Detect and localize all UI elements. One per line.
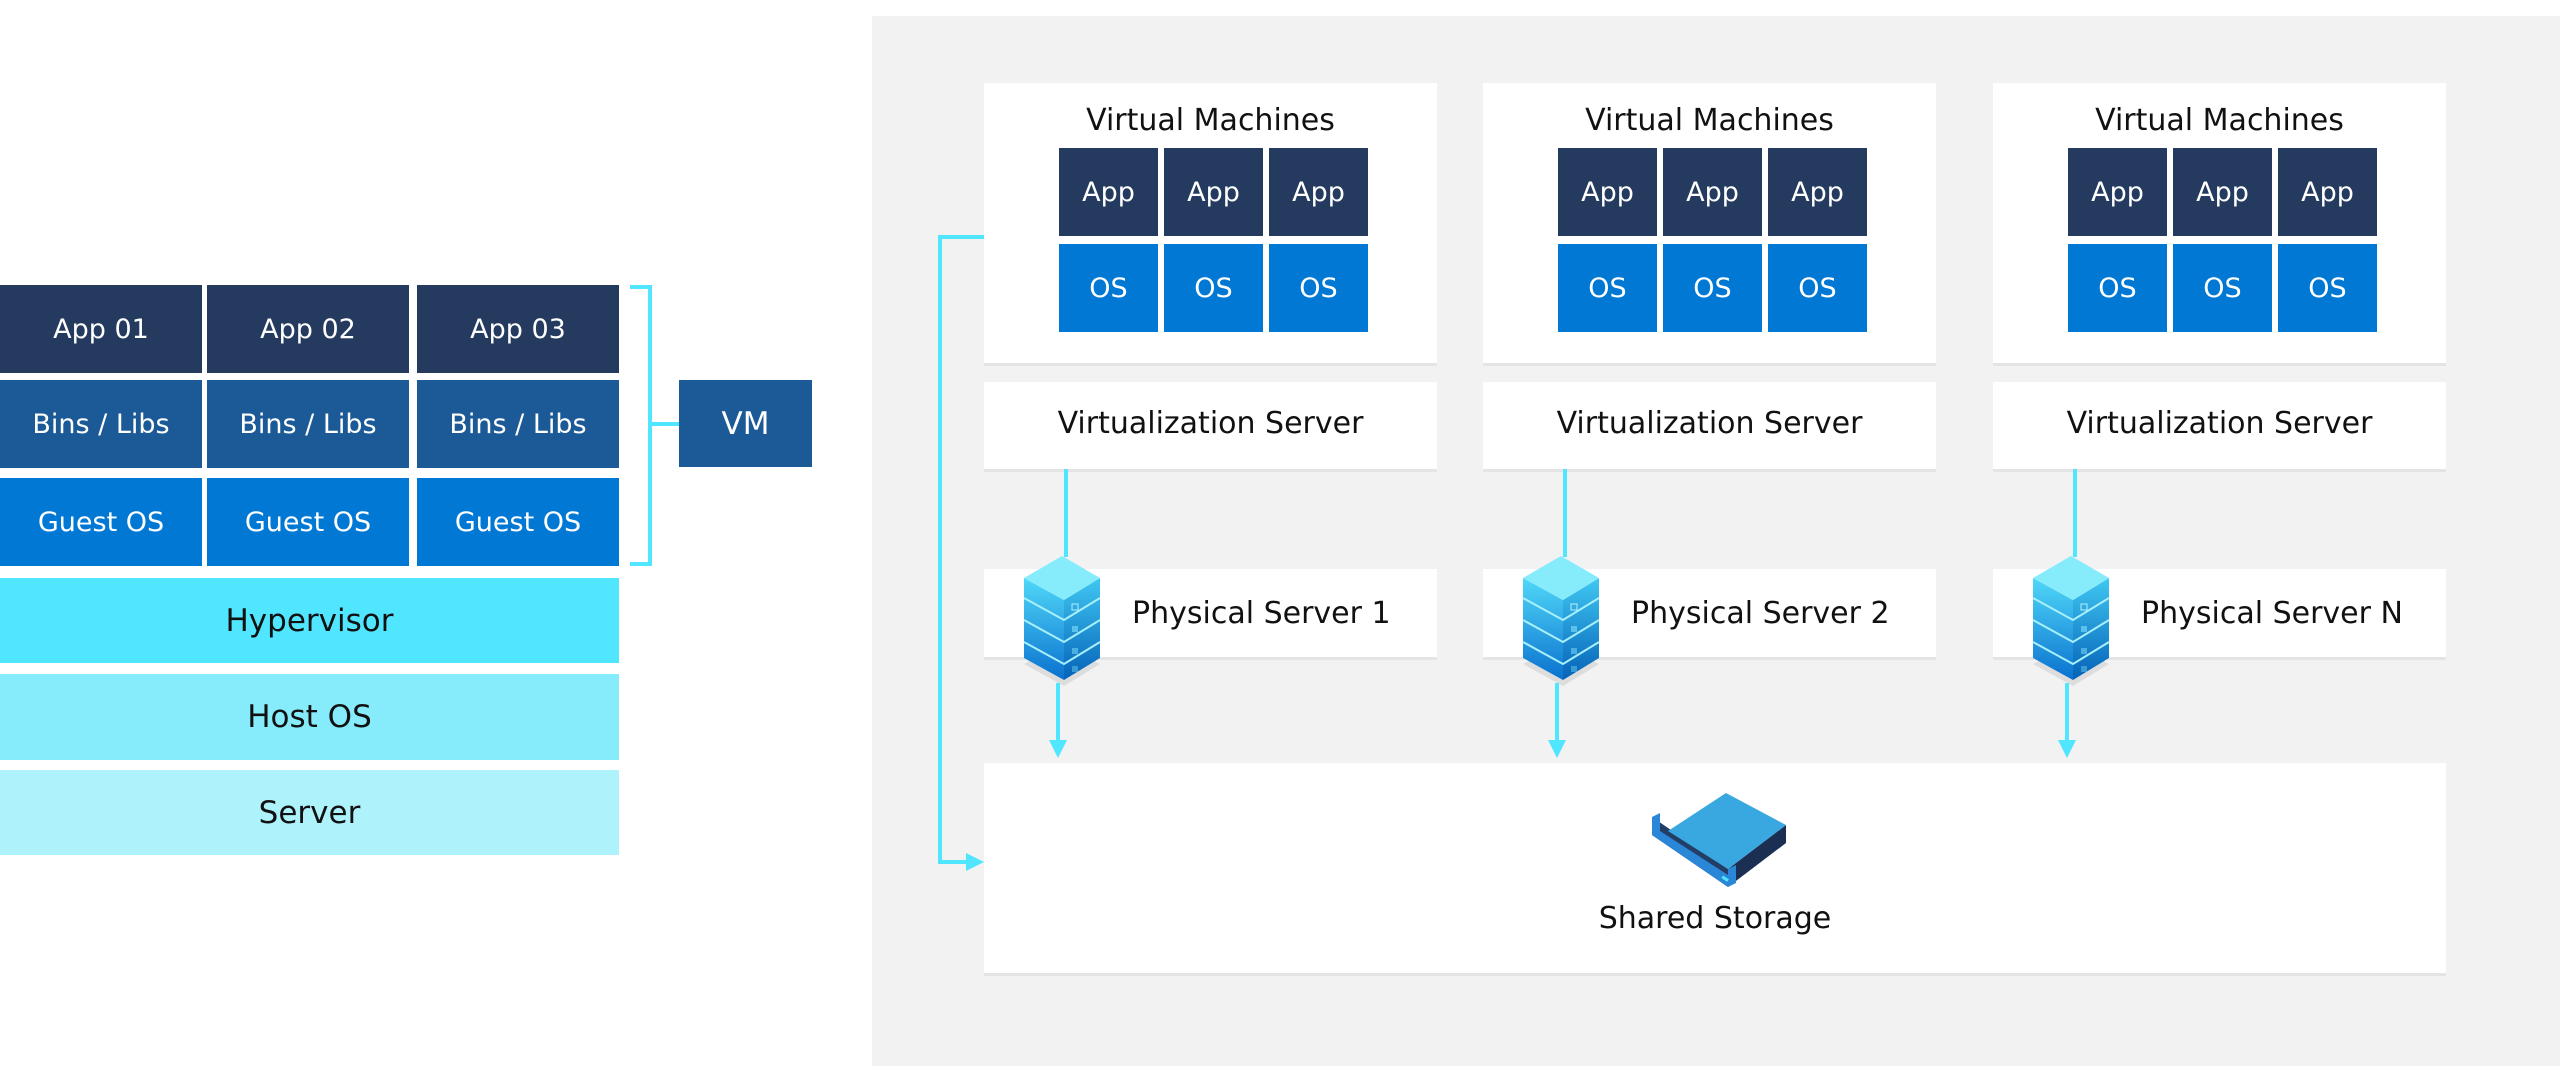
server-rack-icon xyxy=(1023,556,1101,686)
arrow-down-icon xyxy=(1548,740,1566,758)
vm-app-label: App xyxy=(1082,176,1135,208)
vm-os-label: OS xyxy=(1693,272,1732,304)
connector-line xyxy=(2065,683,2069,741)
host-os-label: Host OS xyxy=(247,699,372,735)
server-label: Server xyxy=(258,794,361,831)
app-03-tile: App 03 xyxy=(417,285,619,373)
vm-os-label: OS xyxy=(2098,272,2137,304)
server-rack-icon xyxy=(2032,556,2110,686)
arrow-down-icon xyxy=(1049,740,1067,758)
vm-app-tile: App xyxy=(1059,148,1158,236)
hypervisor-label: Hypervisor xyxy=(225,602,394,639)
vm-app-tile: App xyxy=(1164,148,1263,236)
vm-app-label: App xyxy=(2301,176,2354,208)
virtualization-server-label: Virtualization Server xyxy=(2066,406,2373,441)
vm-app-tile: App xyxy=(2173,148,2272,236)
guest-os-tile: Guest OS xyxy=(207,478,409,566)
vm-os-label: OS xyxy=(1089,272,1128,304)
virtualization-server-label: Virtualization Server xyxy=(1556,406,1863,441)
bins-libs-tile: Bins / Libs xyxy=(417,380,619,468)
vm-box: VM xyxy=(679,380,812,467)
physical-server-label: Physical Server 1 xyxy=(1132,595,1391,631)
connector-bottom xyxy=(938,860,968,864)
storage-drive-icon xyxy=(1652,793,1786,887)
bins-libs-tile: Bins / Libs xyxy=(207,380,409,468)
app-02-tile: App 02 xyxy=(207,285,409,373)
connector-line xyxy=(1563,469,1567,557)
vm-label: VM xyxy=(721,405,770,442)
connector-line xyxy=(2073,469,2077,557)
vm-os-tile: OS xyxy=(1558,244,1657,332)
bracket-tick xyxy=(648,422,679,426)
vm-os-label: OS xyxy=(2203,272,2242,304)
vm-app-label: App xyxy=(1686,176,1739,208)
connector-line xyxy=(1056,683,1060,741)
virtualization-server-box: Virtualization Server xyxy=(1993,382,2446,469)
bins-label: Bins / Libs xyxy=(449,408,587,440)
host-os-layer: Host OS xyxy=(0,674,619,760)
app-label: App 03 xyxy=(470,313,566,345)
vm-os-tile: OS xyxy=(1164,244,1263,332)
virtual-machines-title: Virtual Machines xyxy=(2095,103,2344,138)
vm-app-label: App xyxy=(2091,176,2144,208)
virtualization-server-label: Virtualization Server xyxy=(1057,406,1364,441)
guest-os-label: Guest OS xyxy=(454,506,582,538)
server-layer: Server xyxy=(0,770,619,855)
connector-top xyxy=(940,235,984,239)
arrow-right-icon xyxy=(966,853,984,871)
arrow-down-icon xyxy=(2058,740,2076,758)
vm-app-tile: App xyxy=(1768,148,1867,236)
vm-os-label: OS xyxy=(1798,272,1837,304)
vm-app-tile: App xyxy=(1558,148,1657,236)
bins-label: Bins / Libs xyxy=(32,408,170,440)
connector-line xyxy=(1555,683,1559,741)
vm-app-label: App xyxy=(2196,176,2249,208)
guest-os-tile: Guest OS xyxy=(0,478,202,566)
app-label: App 02 xyxy=(260,313,356,345)
vm-app-tile: App xyxy=(2278,148,2377,236)
vm-os-tile: OS xyxy=(1059,244,1158,332)
server-rack-icon xyxy=(1522,556,1600,686)
vm-os-tile: OS xyxy=(1768,244,1867,332)
vm-os-tile: OS xyxy=(2278,244,2377,332)
hypervisor-layer: Hypervisor xyxy=(0,578,619,663)
vm-os-label: OS xyxy=(1194,272,1233,304)
vm-os-tile: OS xyxy=(1269,244,1368,332)
connector-spine xyxy=(938,235,942,864)
connector-line xyxy=(1064,469,1068,557)
virtualization-server-box: Virtualization Server xyxy=(984,382,1437,469)
bracket-bottom xyxy=(630,562,652,566)
app-label: App 01 xyxy=(53,313,149,345)
guest-os-label: Guest OS xyxy=(244,506,372,538)
vm-os-label: OS xyxy=(2308,272,2347,304)
virtual-machines-title: Virtual Machines xyxy=(1585,103,1834,138)
virtual-machines-title: Virtual Machines xyxy=(1086,103,1335,138)
guest-os-tile: Guest OS xyxy=(417,478,619,566)
virtualization-server-box: Virtualization Server xyxy=(1483,382,1936,469)
guest-os-label: Guest OS xyxy=(37,506,165,538)
physical-server-label: Physical Server N xyxy=(2141,595,2403,631)
app-01-tile: App 01 xyxy=(0,285,202,373)
bins-label: Bins / Libs xyxy=(239,408,377,440)
vm-app-label: App xyxy=(1791,176,1844,208)
vm-app-tile: App xyxy=(1269,148,1368,236)
vm-app-label: App xyxy=(1292,176,1345,208)
shared-storage-label: Shared Storage xyxy=(1598,901,1832,936)
vm-os-label: OS xyxy=(1299,272,1338,304)
vm-app-label: App xyxy=(1187,176,1240,208)
vm-os-label: OS xyxy=(1588,272,1627,304)
vm-os-tile: OS xyxy=(2173,244,2272,332)
vm-os-tile: OS xyxy=(2068,244,2167,332)
shared-storage-box: Shared Storage xyxy=(984,763,2446,973)
bins-libs-tile: Bins / Libs xyxy=(0,380,202,468)
vm-app-label: App xyxy=(1581,176,1634,208)
physical-server-label: Physical Server 2 xyxy=(1631,595,1890,631)
vm-app-tile: App xyxy=(1663,148,1762,236)
vm-app-tile: App xyxy=(2068,148,2167,236)
vm-os-tile: OS xyxy=(1663,244,1762,332)
